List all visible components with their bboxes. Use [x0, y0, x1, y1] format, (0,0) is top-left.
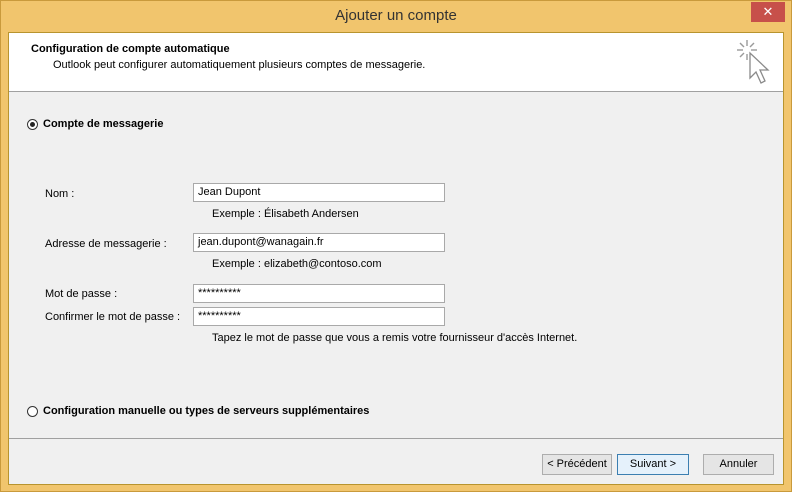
email-account-label[interactable]: Compte de messagerie: [43, 118, 163, 130]
email-account-radio[interactable]: [27, 119, 38, 130]
header-subtitle: Outlook peut configurer automatiquement …: [53, 59, 426, 71]
name-label: Nom :: [45, 188, 75, 200]
manual-config-label[interactable]: Configuration manuelle ou types de serve…: [43, 405, 369, 417]
next-button[interactable]: Suivant >: [617, 454, 689, 475]
title-bar[interactable]: Ajouter un compte ✕: [1, 1, 791, 32]
name-hint: Exemple : Élisabeth Andersen: [212, 208, 359, 220]
confirm-password-input[interactable]: **********: [193, 307, 445, 326]
password-label: Mot de passe :: [45, 288, 118, 300]
header-title: Configuration de compte automatique: [31, 43, 230, 55]
add-account-dialog: Ajouter un compte ✕ Configuration de com…: [0, 0, 792, 492]
back-button[interactable]: < Précédent: [542, 454, 612, 475]
name-input[interactable]: Jean Dupont: [193, 183, 445, 202]
close-button[interactable]: ✕: [751, 2, 785, 22]
close-icon: ✕: [762, 4, 774, 19]
confirm-password-label: Confirmer le mot de passe :: [45, 311, 181, 323]
manual-config-radio[interactable]: [27, 406, 38, 417]
wizard-cursor-icon: [737, 40, 770, 84]
password-hint: Tapez le mot de passe que vous a remis v…: [212, 332, 578, 344]
email-label: Adresse de messagerie :: [45, 238, 167, 250]
dialog-body: Configuration de compte automatique Outl…: [8, 32, 784, 485]
footer-divider: [9, 438, 783, 439]
email-input[interactable]: jean.dupont@wanagain.fr: [193, 233, 445, 252]
cancel-button[interactable]: Annuler: [703, 454, 774, 475]
email-hint: Exemple : elizabeth@contoso.com: [212, 258, 382, 270]
password-input[interactable]: **********: [193, 284, 445, 303]
window-title: Ajouter un compte: [335, 7, 457, 24]
wizard-header: Configuration de compte automatique Outl…: [9, 33, 783, 92]
